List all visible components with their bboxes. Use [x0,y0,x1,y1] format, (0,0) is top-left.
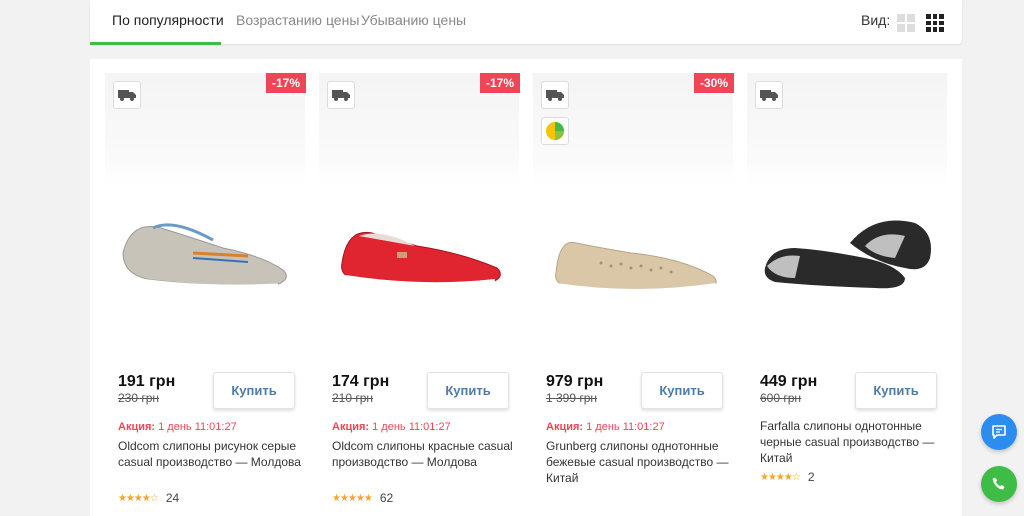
discount-badge: -30% [693,73,734,93]
grid-2-icon[interactable] [897,14,915,32]
product-title[interactable]: Oldcom слипоны красные casual производст… [332,438,517,470]
product-image[interactable]: -17% [105,73,306,356]
promo-timer: Акция: 1 день 11:01:27 [118,421,237,433]
discount-badge: -17% [479,73,520,93]
shoe-image [122,223,287,290]
review-count[interactable]: 24 [166,491,179,505]
active-tab-indicator [90,42,221,45]
product-rating: ★★★★★ 62 [332,491,393,505]
rating-stars: ★★★★☆ [118,492,159,504]
buy-button[interactable]: Купить [641,372,723,409]
product-card[interactable]: -17% 191 грн 230 грн Купить Акция: 1 ден… [105,73,306,516]
pie-chart-icon [541,117,569,145]
product-rating: ★★★★☆ 24 [118,491,179,505]
product-price: 979 грн [546,373,604,390]
delivery-truck-icon [327,81,355,109]
buy-button[interactable]: Купить [855,372,937,409]
discount-badge: -17% [265,73,306,93]
product-old-price: 1 399 грн [546,391,598,405]
sort-tab-price-asc[interactable]: Возрастанию цены [236,12,359,28]
product-image[interactable]: -30% [533,73,734,356]
product-rating: ★★★★☆ 2 [760,470,815,484]
rating-stars: ★★★★☆ [760,471,801,483]
sort-tab-popular[interactable]: По популярности [112,12,224,28]
product-card[interactable]: -17% 174 грн 210 грн Купить Акция: 1 ден… [319,73,520,516]
delivery-truck-icon [113,81,141,109]
product-old-price: 210 грн [332,391,374,405]
phone-button[interactable] [981,466,1017,502]
product-grid: -17% 191 грн 230 грн Купить Акция: 1 ден… [90,59,962,516]
promo-timer: Акция: 1 день 11:01:27 [546,421,665,433]
buy-button[interactable]: Купить [213,372,295,409]
chat-icon [992,425,1006,439]
sort-tab-price-desc[interactable]: Убыванию цены [361,12,466,28]
shoe-image [764,220,931,289]
promo-timer: Акция: 1 день 11:01:27 [332,421,451,433]
buy-button[interactable]: Купить [427,372,509,409]
delivery-truck-icon [541,81,569,109]
sort-bar: По популярности Возрастанию цены Убывани… [90,0,962,45]
product-price: 191 грн [118,373,176,390]
review-count[interactable]: 62 [380,491,393,505]
shoe-image [341,231,501,289]
product-image[interactable]: -17% [319,73,520,356]
shoe-image [555,241,717,295]
product-old-price: 600 грн [760,391,802,405]
product-old-price: 230 грн [118,391,160,405]
phone-icon [992,477,1005,490]
delivery-truck-icon [755,81,783,109]
product-title[interactable]: Oldcom слипоны рисунок серые casual прои… [118,438,303,470]
review-count[interactable]: 2 [808,470,815,484]
product-image[interactable] [747,73,947,356]
chat-button[interactable] [981,414,1017,450]
product-price: 174 грн [332,373,390,390]
grid-3-icon[interactable] [926,14,944,32]
product-price: 449 грн [760,373,818,390]
product-card[interactable]: 449 грн 600 грн Купить Farfalla слипоны … [747,73,947,516]
view-label: Вид: [861,12,891,28]
product-card[interactable]: -30% 979 грн 1 399 грн Купить Акция: 1 д… [533,73,734,516]
product-title[interactable]: Grunberg слипоны однотонные бежевые casu… [546,438,731,486]
product-title[interactable]: Farfalla слипоны однотонные черные casua… [760,418,945,466]
rating-stars: ★★★★★ [332,492,373,504]
